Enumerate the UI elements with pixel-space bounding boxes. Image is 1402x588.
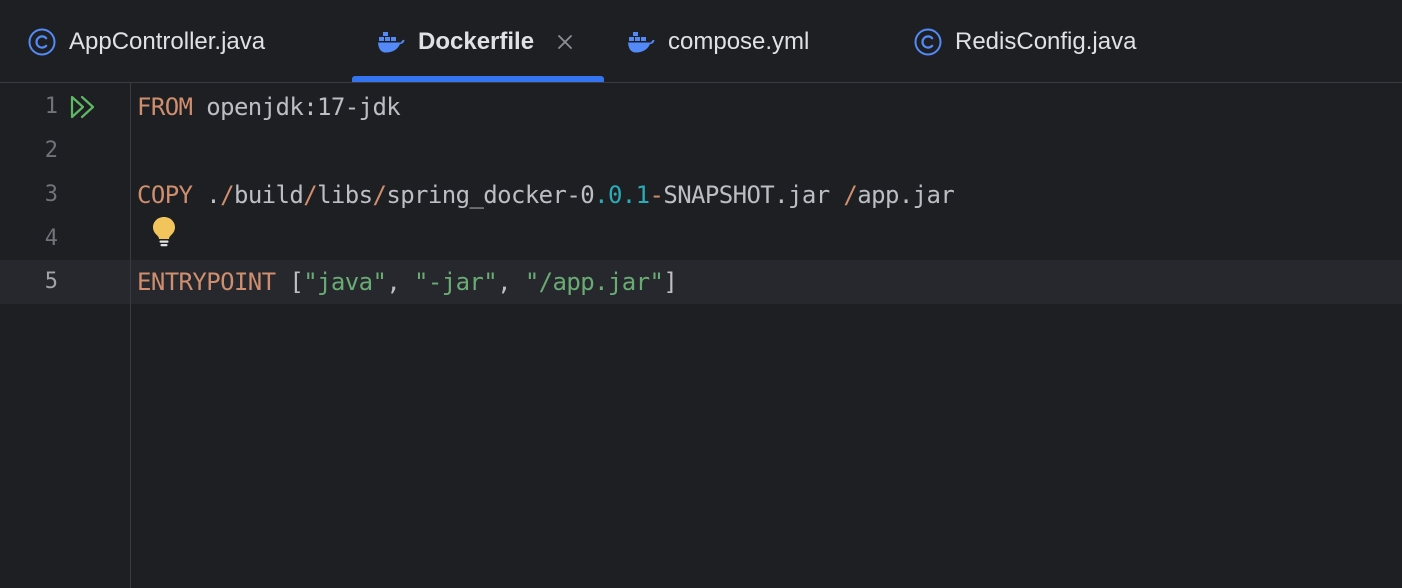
code-token-plain: app.jar: [857, 181, 955, 209]
code-text: COPY ./build/libs/spring_docker-0.0.1-SN…: [137, 173, 955, 217]
code-line[interactable]: 3 COPY ./build/libs/spring_docker-0.0.1-…: [0, 173, 1402, 217]
code-token-plain: ,: [386, 268, 415, 296]
tab-appcontroller-java[interactable]: AppController.java: [28, 0, 265, 83]
close-icon[interactable]: [556, 33, 574, 51]
code-text: ENTRYPOINT ["java", "-jar", "/app.jar"]: [137, 260, 678, 304]
code-token-kw: FROM: [137, 93, 193, 121]
code-editor: AppController.java Dockerfile compose.ym…: [0, 0, 1402, 588]
code-line[interactable]: 4: [0, 217, 1402, 261]
lightbulb-icon[interactable]: [150, 215, 178, 249]
tab-dockerfile[interactable]: Dockerfile: [377, 0, 574, 83]
java-class-icon: [914, 28, 942, 56]
editor-tab-bar: AppController.java Dockerfile compose.ym…: [0, 0, 1402, 83]
tab-label: AppController.java: [69, 27, 266, 55]
java-class-icon: [28, 28, 56, 56]
tab-redisconfig-java[interactable]: RedisConfig.java: [914, 0, 1136, 83]
code-token-plain: openjdk:17-jdk: [192, 93, 401, 121]
code-token-path: /: [220, 181, 234, 209]
code-token-path: /: [372, 181, 387, 209]
code-token-kw: COPY: [137, 181, 193, 209]
code-token-path: /: [303, 181, 318, 209]
code-area[interactable]: 1 FROM openjdk:17-jdk 2 3 COPY ./build/l…: [0, 83, 1402, 588]
code-token-plain: ]: [663, 268, 678, 296]
code-token-num: .0.1: [594, 181, 650, 209]
tab-label: RedisConfig.java: [955, 27, 1137, 55]
code-token-plain: libs: [317, 181, 373, 209]
code-text: FROM openjdk:17-jdk: [137, 85, 401, 129]
code-token-plain: build: [233, 181, 304, 209]
docker-icon: [627, 28, 655, 56]
tab-label: compose.yml: [668, 27, 810, 55]
gutter: [0, 83, 131, 588]
code-line[interactable]: 1 FROM openjdk:17-jdk: [0, 85, 1402, 129]
code-token-str: "-jar": [414, 268, 498, 296]
code-token-path: -: [649, 181, 664, 209]
tab-compose-yml[interactable]: compose.yml: [627, 0, 809, 83]
code-token-path: /: [843, 181, 858, 209]
tab-label: Dockerfile: [418, 27, 535, 55]
code-token-plain: spring_docker-0: [386, 181, 595, 209]
code-token-str: "java": [303, 268, 387, 296]
code-token-plain: SNAPSHOT.jar: [663, 181, 844, 209]
code-token-plain: [: [275, 268, 304, 296]
code-token-kw: ENTRYPOINT: [137, 268, 276, 296]
code-line-current[interactable]: 5 ENTRYPOINT ["java", "-jar", "/app.jar"…: [0, 260, 1402, 304]
code-token-plain: .: [192, 181, 221, 209]
code-token-str: "/app.jar": [524, 268, 664, 296]
docker-icon: [377, 28, 405, 56]
code-token-plain: ,: [497, 268, 525, 296]
code-line[interactable]: 2: [0, 129, 1402, 173]
active-tab-indicator: [352, 76, 604, 82]
